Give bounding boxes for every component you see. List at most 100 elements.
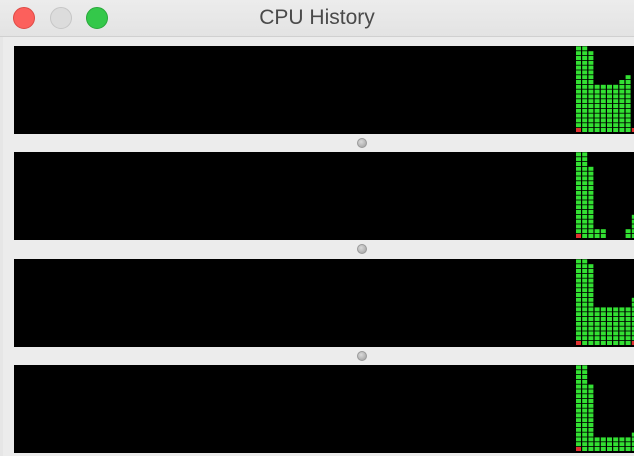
usage-cell xyxy=(576,123,581,128)
usage-cell xyxy=(600,99,606,104)
usage-cell xyxy=(607,437,612,442)
usage-cell xyxy=(607,442,612,447)
pane-splitter[interactable] xyxy=(0,347,634,365)
usage-cell xyxy=(619,326,625,331)
usage-cell xyxy=(582,269,588,273)
usage-cell xyxy=(582,219,588,224)
usage-cell xyxy=(582,229,588,234)
usage-cell xyxy=(576,365,581,370)
usage-cell xyxy=(582,51,588,56)
usage-cell xyxy=(619,94,625,99)
usage-cell xyxy=(607,94,612,99)
usage-cell xyxy=(594,437,600,442)
splitter-handle-icon[interactable] xyxy=(357,138,367,148)
usage-cell xyxy=(588,394,594,399)
usage-cell xyxy=(576,65,581,70)
usage-cell xyxy=(625,80,631,84)
usage-cell xyxy=(576,176,581,181)
cpu-graph-panes xyxy=(0,37,634,456)
usage-cell xyxy=(588,65,594,70)
usage-cell xyxy=(576,60,581,65)
usage-cell xyxy=(613,104,619,108)
window-title: CPU History xyxy=(259,6,375,29)
usage-cell xyxy=(594,89,600,94)
usage-cell xyxy=(625,118,631,123)
usage-cell xyxy=(619,341,625,345)
usage-cell xyxy=(619,307,625,312)
usage-cell xyxy=(588,75,594,80)
history-bar xyxy=(588,384,594,451)
history-bar xyxy=(613,437,619,451)
usage-cell xyxy=(594,84,600,89)
usage-cell xyxy=(588,336,594,341)
usage-cell xyxy=(576,186,581,190)
usage-cell xyxy=(594,104,600,108)
pane-splitter[interactable] xyxy=(0,240,634,258)
usage-cell xyxy=(625,104,631,108)
usage-cell xyxy=(588,89,594,94)
usage-cell xyxy=(607,447,612,451)
usage-cell xyxy=(607,341,612,345)
usage-cell xyxy=(588,224,594,229)
usage-cell xyxy=(594,118,600,123)
splitter-handle-icon[interactable] xyxy=(357,244,367,254)
usage-cell xyxy=(613,336,619,341)
usage-cell xyxy=(619,437,625,442)
usage-cell xyxy=(625,336,631,341)
usage-cell xyxy=(576,234,581,238)
usage-cell xyxy=(613,307,619,312)
usage-cell xyxy=(613,447,619,451)
usage-cell xyxy=(600,341,606,345)
usage-cell xyxy=(588,437,594,442)
usage-cell xyxy=(588,293,594,297)
usage-cell xyxy=(576,51,581,56)
usage-cell xyxy=(582,186,588,190)
history-bar xyxy=(594,307,600,345)
usage-cell xyxy=(619,118,625,123)
splitter-handle-icon[interactable] xyxy=(357,351,367,361)
usage-cell xyxy=(588,288,594,293)
usage-cell xyxy=(625,307,631,312)
usage-cell xyxy=(576,384,581,389)
usage-cell xyxy=(576,181,581,186)
usage-cell xyxy=(588,389,594,394)
usage-cell xyxy=(588,427,594,432)
usage-cell xyxy=(582,157,588,162)
usage-cell xyxy=(582,234,588,238)
usage-cell xyxy=(594,321,600,326)
usage-cell xyxy=(582,60,588,65)
cpu-core-graph-2 xyxy=(14,152,634,240)
usage-cell xyxy=(600,113,606,118)
pane-splitter[interactable] xyxy=(0,134,634,152)
usage-cell xyxy=(588,190,594,195)
usage-cell xyxy=(576,341,581,345)
usage-cell xyxy=(613,312,619,317)
usage-cell xyxy=(576,162,581,166)
usage-cell xyxy=(588,195,594,200)
title-bar[interactable]: CPU History xyxy=(0,0,634,37)
usage-cell xyxy=(582,317,588,321)
history-bar xyxy=(607,437,612,451)
usage-cell xyxy=(582,432,588,437)
usage-cell xyxy=(600,326,606,331)
history-bar xyxy=(607,307,612,345)
usage-cell xyxy=(588,326,594,331)
usage-cell xyxy=(576,413,581,418)
usage-cell xyxy=(588,442,594,447)
usage-cell xyxy=(625,321,631,326)
usage-cell xyxy=(613,123,619,128)
usage-cell xyxy=(600,321,606,326)
usage-cell xyxy=(600,108,606,113)
usage-cell xyxy=(576,437,581,442)
usage-cell xyxy=(588,297,594,302)
usage-cell xyxy=(582,99,588,104)
usage-cell xyxy=(588,108,594,113)
cpu-history-window: CPU History xyxy=(0,0,634,456)
usage-cell xyxy=(625,447,631,451)
usage-cell xyxy=(613,84,619,89)
history-bar xyxy=(582,259,588,345)
usage-cell xyxy=(588,418,594,423)
history-bar xyxy=(594,437,600,451)
usage-cell xyxy=(582,70,588,75)
cpu-core-history-chart xyxy=(576,152,634,238)
